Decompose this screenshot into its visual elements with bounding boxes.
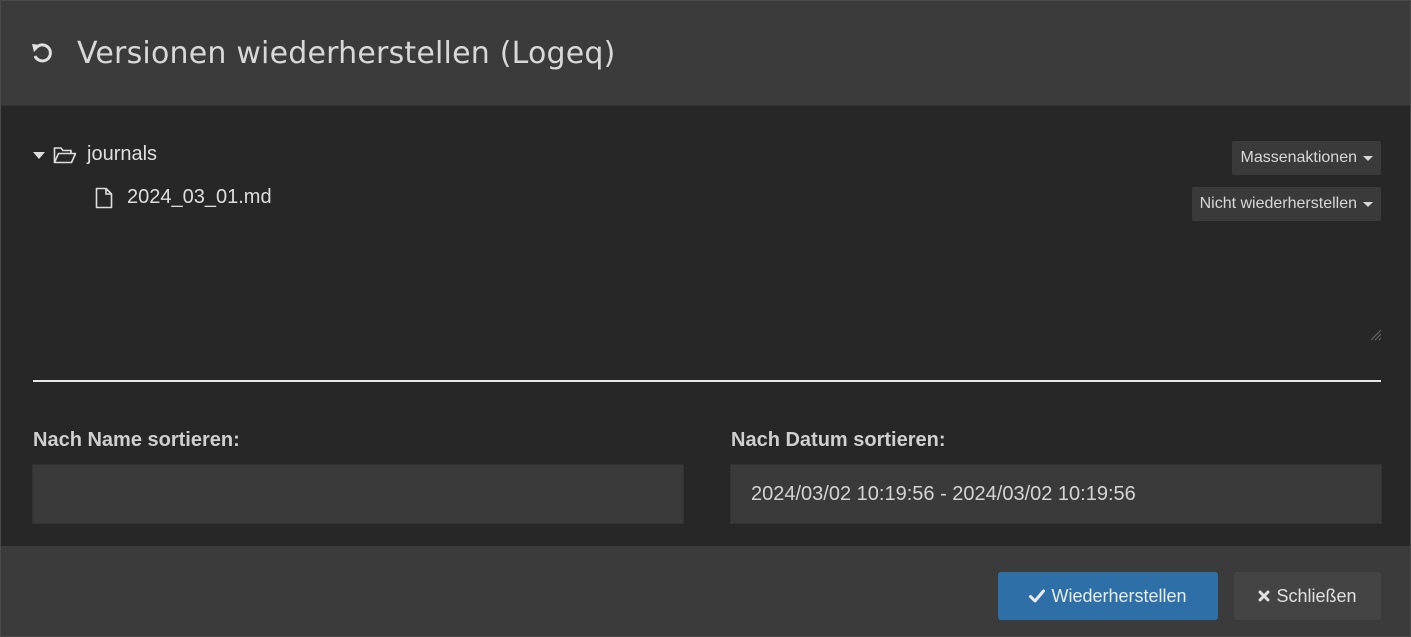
close-button[interactable]: Schließen xyxy=(1234,572,1381,620)
name-sort-input[interactable] xyxy=(32,464,684,524)
dialog-footer: Wiederherstellen Schließen xyxy=(1,546,1410,636)
chevron-down-icon xyxy=(1363,201,1373,207)
check-icon xyxy=(1029,589,1046,603)
tree-file-item[interactable]: 2024_03_01.md xyxy=(95,186,272,209)
close-icon xyxy=(1258,590,1270,602)
file-label: 2024_03_01.md xyxy=(127,186,272,208)
date-sort-label: Nach Datum sortieren: xyxy=(731,429,946,451)
restore-mode-dropdown[interactable]: Nicht wiederherstellen xyxy=(1191,187,1381,221)
undo-icon xyxy=(31,42,53,64)
folder-open-icon xyxy=(53,146,77,164)
restore-versions-dialog: Versionen wiederherstellen (Logeq) journ… xyxy=(0,0,1411,637)
version-tree: journals 2024_03_01.md Massenaktionen Ni… xyxy=(1,107,1410,352)
folder-label: journals xyxy=(87,143,158,165)
file-icon xyxy=(95,187,113,209)
bulk-actions-dropdown[interactable]: Massenaktionen xyxy=(1232,141,1381,175)
resize-handle-icon[interactable] xyxy=(1368,327,1382,341)
restore-button-label: Wiederherstellen xyxy=(1051,585,1187,606)
restore-mode-label: Nicht wiederherstellen xyxy=(1199,195,1357,212)
dialog-title: Versionen wiederherstellen (Logeq) xyxy=(77,35,616,71)
chevron-down-icon xyxy=(1363,155,1373,161)
section-divider xyxy=(33,380,1381,382)
close-button-label: Schließen xyxy=(1276,585,1357,606)
restore-button[interactable]: Wiederherstellen xyxy=(998,572,1218,620)
bulk-actions-label: Massenaktionen xyxy=(1240,149,1357,166)
name-sort-label: Nach Name sortieren: xyxy=(33,429,240,451)
caret-down-icon[interactable] xyxy=(33,151,45,159)
dialog-header: Versionen wiederherstellen (Logeq) xyxy=(1,1,1410,106)
tree-folder-journals[interactable]: journals xyxy=(33,143,157,166)
date-range-input[interactable] xyxy=(730,464,1382,524)
